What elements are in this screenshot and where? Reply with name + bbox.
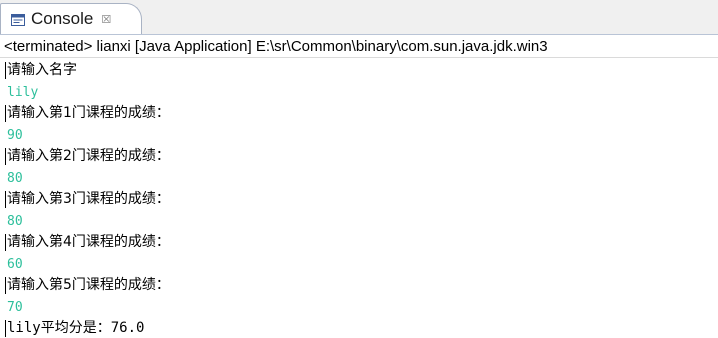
text-cursor — [5, 62, 6, 79]
console-input-line: 70 — [7, 299, 23, 315]
console-line: 请输入第3门课程的成绩： — [7, 191, 170, 207]
tab-console-label: Console — [31, 9, 94, 28]
console-output[interactable]: 请输入名字 lily 请输入第1门课程的成绩： 90 请输入第2门课程的成绩： … — [0, 60, 718, 338]
console-line: 请输入第5门课程的成绩： — [7, 277, 170, 293]
console-line: 请输入名字 — [7, 62, 77, 78]
console-line: 请输入第1门课程的成绩： — [7, 105, 170, 121]
console-input-line: 60 — [7, 256, 23, 272]
text-cursor — [5, 191, 6, 208]
text-cursor — [5, 105, 6, 122]
text-cursor — [5, 234, 6, 251]
console-line: 请输入第4门课程的成绩： — [7, 234, 170, 250]
close-icon[interactable]: ☒ — [101, 13, 111, 26]
console-input-line: 80 — [7, 213, 23, 229]
console-input-line: lily — [7, 84, 39, 100]
text-cursor — [5, 148, 6, 165]
text-cursor — [5, 320, 6, 337]
console-line: 请输入第2门课程的成绩： — [7, 148, 170, 164]
console-result-line: lily平均分是：76.0 — [7, 320, 145, 336]
console-input-line: 90 — [7, 127, 23, 143]
process-status-line: <terminated> lianxi [Java Application] E… — [0, 36, 718, 58]
tab-console[interactable]: Console ☒ — [0, 3, 142, 34]
console-input-line: 80 — [7, 170, 23, 186]
console-icon — [11, 13, 25, 26]
text-cursor — [5, 277, 6, 294]
view-tab-strip: Console ☒ — [0, 0, 718, 35]
console-view: Console ☒ <terminated> lianxi [Java Appl… — [0, 0, 718, 338]
